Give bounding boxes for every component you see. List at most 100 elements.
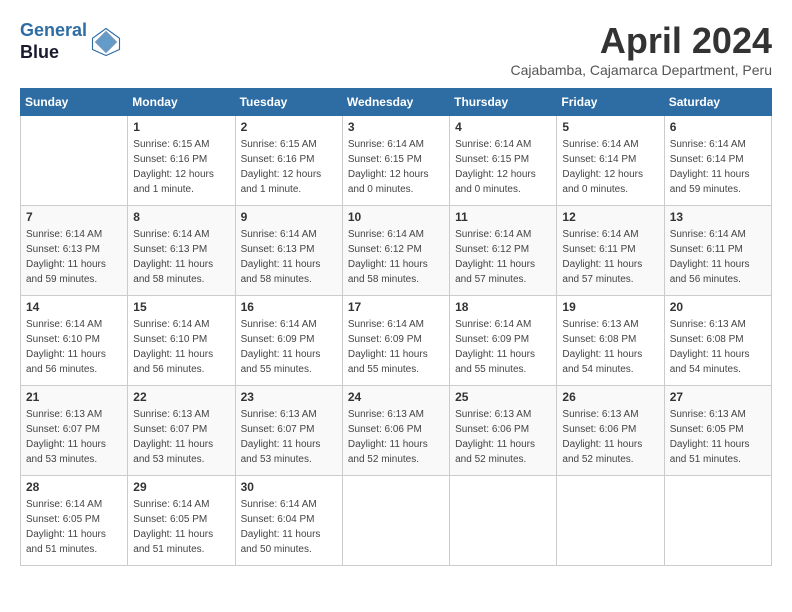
calendar-cell: 29Sunrise: 6:14 AMSunset: 6:05 PMDayligh… [128,476,235,566]
calendar-cell: 17 Sunrise: 6:14 AMSunset: 6:09 PMDayligh… [342,296,449,386]
calendar-body: 1 Sunrise: 6:15 AMSunset: 6:16 PMDaylight… [21,116,772,566]
day-info: Sunrise: 6:14 AMSunset: 6:12 PMDaylight:… [455,227,551,287]
day-number: 5 [562,120,658,134]
calendar-cell: 13 Sunrise: 6:14 AMSunset: 6:11 PMDayligh… [664,206,771,296]
calendar-cell: 30 Sunrise: 6:14 AMSunset: 6:04 PMDayligh… [235,476,342,566]
day-info: Sunrise: 6:13 AMSunset: 6:08 PMDaylight:… [562,317,658,377]
calendar-cell [21,116,128,206]
day-number: 30 [241,480,337,494]
calendar-cell [450,476,557,566]
day-info: Sunrise: 6:14 AMSunset: 6:10 PMDaylight:… [26,317,122,377]
day-number: 9 [241,210,337,224]
day-info: Sunrise: 6:13 AMSunset: 6:07 PMDaylight:… [241,407,337,467]
calendar-week-row: 28Sunrise: 6:14 AMSunset: 6:05 PMDayligh… [21,476,772,566]
calendar-week-row: 7 Sunrise: 6:14 AMSunset: 6:13 PMDaylight… [21,206,772,296]
calendar-cell: 10 Sunrise: 6:14 AMSunset: 6:12 PMDayligh… [342,206,449,296]
calendar-cell: 28Sunrise: 6:14 AMSunset: 6:05 PMDayligh… [21,476,128,566]
day-number: 8 [133,210,229,224]
day-number: 23 [241,390,337,404]
title-area: April 2024 Cajabamba, Cajamarca Departme… [511,20,772,78]
weekday-header-cell: Wednesday [342,89,449,116]
day-info: Sunrise: 6:14 AMSunset: 6:15 PMDaylight:… [348,137,444,197]
calendar-cell [557,476,664,566]
logo-text: GeneralBlue [20,20,87,63]
day-info: Sunrise: 6:13 AMSunset: 6:06 PMDaylight:… [455,407,551,467]
weekday-header-cell: Tuesday [235,89,342,116]
day-number: 29 [133,480,229,494]
calendar-cell: 8Sunrise: 6:14 AMSunset: 6:13 PMDaylight… [128,206,235,296]
calendar-cell: 23 Sunrise: 6:13 AMSunset: 6:07 PMDayligh… [235,386,342,476]
day-info: Sunrise: 6:14 AMSunset: 6:04 PMDaylight:… [241,497,337,557]
day-info: Sunrise: 6:13 AMSunset: 6:07 PMDaylight:… [133,407,229,467]
day-info: Sunrise: 6:13 AMSunset: 6:08 PMDaylight:… [670,317,766,377]
calendar-week-row: 21 Sunrise: 6:13 AMSunset: 6:07 PMDayligh… [21,386,772,476]
calendar-cell: 14Sunrise: 6:14 AMSunset: 6:10 PMDayligh… [21,296,128,386]
calendar-cell: 24 Sunrise: 6:13 AMSunset: 6:06 PMDayligh… [342,386,449,476]
day-info: Sunrise: 6:14 AMSunset: 6:15 PMDaylight:… [455,137,551,197]
header: GeneralBlue April 2024 Cajabamba, Cajama… [20,20,772,78]
day-info: Sunrise: 6:14 AMSunset: 6:12 PMDaylight:… [348,227,444,287]
day-info: Sunrise: 6:14 AMSunset: 6:10 PMDaylight:… [133,317,229,377]
day-info: Sunrise: 6:13 AMSunset: 6:07 PMDaylight:… [26,407,122,467]
weekday-header-cell: Sunday [21,89,128,116]
day-info: Sunrise: 6:13 AMSunset: 6:06 PMDaylight:… [562,407,658,467]
day-number: 20 [670,300,766,314]
calendar-cell: 22 Sunrise: 6:13 AMSunset: 6:07 PMDayligh… [128,386,235,476]
calendar-cell: 15 Sunrise: 6:14 AMSunset: 6:10 PMDayligh… [128,296,235,386]
day-info: Sunrise: 6:14 AMSunset: 6:05 PMDaylight:… [26,497,122,557]
day-number: 3 [348,120,444,134]
calendar-cell: 20 Sunrise: 6:13 AMSunset: 6:08 PMDayligh… [664,296,771,386]
day-info: Sunrise: 6:14 AMSunset: 6:09 PMDaylight:… [455,317,551,377]
day-info: Sunrise: 6:14 AMSunset: 6:13 PMDaylight:… [26,227,122,287]
day-number: 19 [562,300,658,314]
day-info: Sunrise: 6:14 AMSunset: 6:09 PMDaylight:… [348,317,444,377]
day-number: 7 [26,210,122,224]
calendar-cell: 1Sunrise: 6:15 AMSunset: 6:16 PMDaylight… [128,116,235,206]
calendar-table: SundayMondayTuesdayWednesdayThursdayFrid… [20,88,772,566]
calendar-cell: 16Sunrise: 6:14 AMSunset: 6:09 PMDayligh… [235,296,342,386]
logo-icon [91,27,121,57]
month-title: April 2024 [511,20,772,62]
calendar-cell [342,476,449,566]
day-number: 17 [348,300,444,314]
day-number: 12 [562,210,658,224]
calendar-cell: 3 Sunrise: 6:14 AMSunset: 6:15 PMDaylight… [342,116,449,206]
logo: GeneralBlue [20,20,121,63]
calendar-cell: 7 Sunrise: 6:14 AMSunset: 6:13 PMDaylight… [21,206,128,296]
calendar-cell: 21 Sunrise: 6:13 AMSunset: 6:07 PMDayligh… [21,386,128,476]
calendar-cell: 27 Sunrise: 6:13 AMSunset: 6:05 PMDayligh… [664,386,771,476]
day-number: 10 [348,210,444,224]
calendar-cell: 9 Sunrise: 6:14 AMSunset: 6:13 PMDaylight… [235,206,342,296]
weekday-header-cell: Monday [128,89,235,116]
day-number: 24 [348,390,444,404]
weekday-header-cell: Saturday [664,89,771,116]
calendar-cell: 2Sunrise: 6:15 AMSunset: 6:16 PMDaylight… [235,116,342,206]
day-number: 21 [26,390,122,404]
day-info: Sunrise: 6:14 AMSunset: 6:11 PMDaylight:… [562,227,658,287]
day-number: 1 [133,120,229,134]
calendar-cell: 26Sunrise: 6:13 AMSunset: 6:06 PMDayligh… [557,386,664,476]
day-number: 25 [455,390,551,404]
day-number: 15 [133,300,229,314]
day-info: Sunrise: 6:14 AMSunset: 6:11 PMDaylight:… [670,227,766,287]
day-info: Sunrise: 6:13 AMSunset: 6:05 PMDaylight:… [670,407,766,467]
day-number: 13 [670,210,766,224]
calendar-cell: 19 Sunrise: 6:13 AMSunset: 6:08 PMDayligh… [557,296,664,386]
day-number: 22 [133,390,229,404]
day-number: 16 [241,300,337,314]
calendar-week-row: 1 Sunrise: 6:15 AMSunset: 6:16 PMDaylight… [21,116,772,206]
day-info: Sunrise: 6:14 AMSunset: 6:13 PMDaylight:… [241,227,337,287]
subtitle: Cajabamba, Cajamarca Department, Peru [511,62,772,78]
weekday-header-cell: Thursday [450,89,557,116]
calendar-cell: 6Sunrise: 6:14 AMSunset: 6:14 PMDaylight… [664,116,771,206]
day-number: 18 [455,300,551,314]
calendar-cell: 5Sunrise: 6:14 AMSunset: 6:14 PMDaylight… [557,116,664,206]
day-info: Sunrise: 6:13 AMSunset: 6:06 PMDaylight:… [348,407,444,467]
weekday-header-cell: Friday [557,89,664,116]
calendar-cell: 18 Sunrise: 6:14 AMSunset: 6:09 PMDayligh… [450,296,557,386]
day-number: 4 [455,120,551,134]
day-number: 27 [670,390,766,404]
day-number: 11 [455,210,551,224]
calendar-cell: 11 Sunrise: 6:14 AMSunset: 6:12 PMDayligh… [450,206,557,296]
day-info: Sunrise: 6:15 AMSunset: 6:16 PMDaylight:… [241,137,337,197]
